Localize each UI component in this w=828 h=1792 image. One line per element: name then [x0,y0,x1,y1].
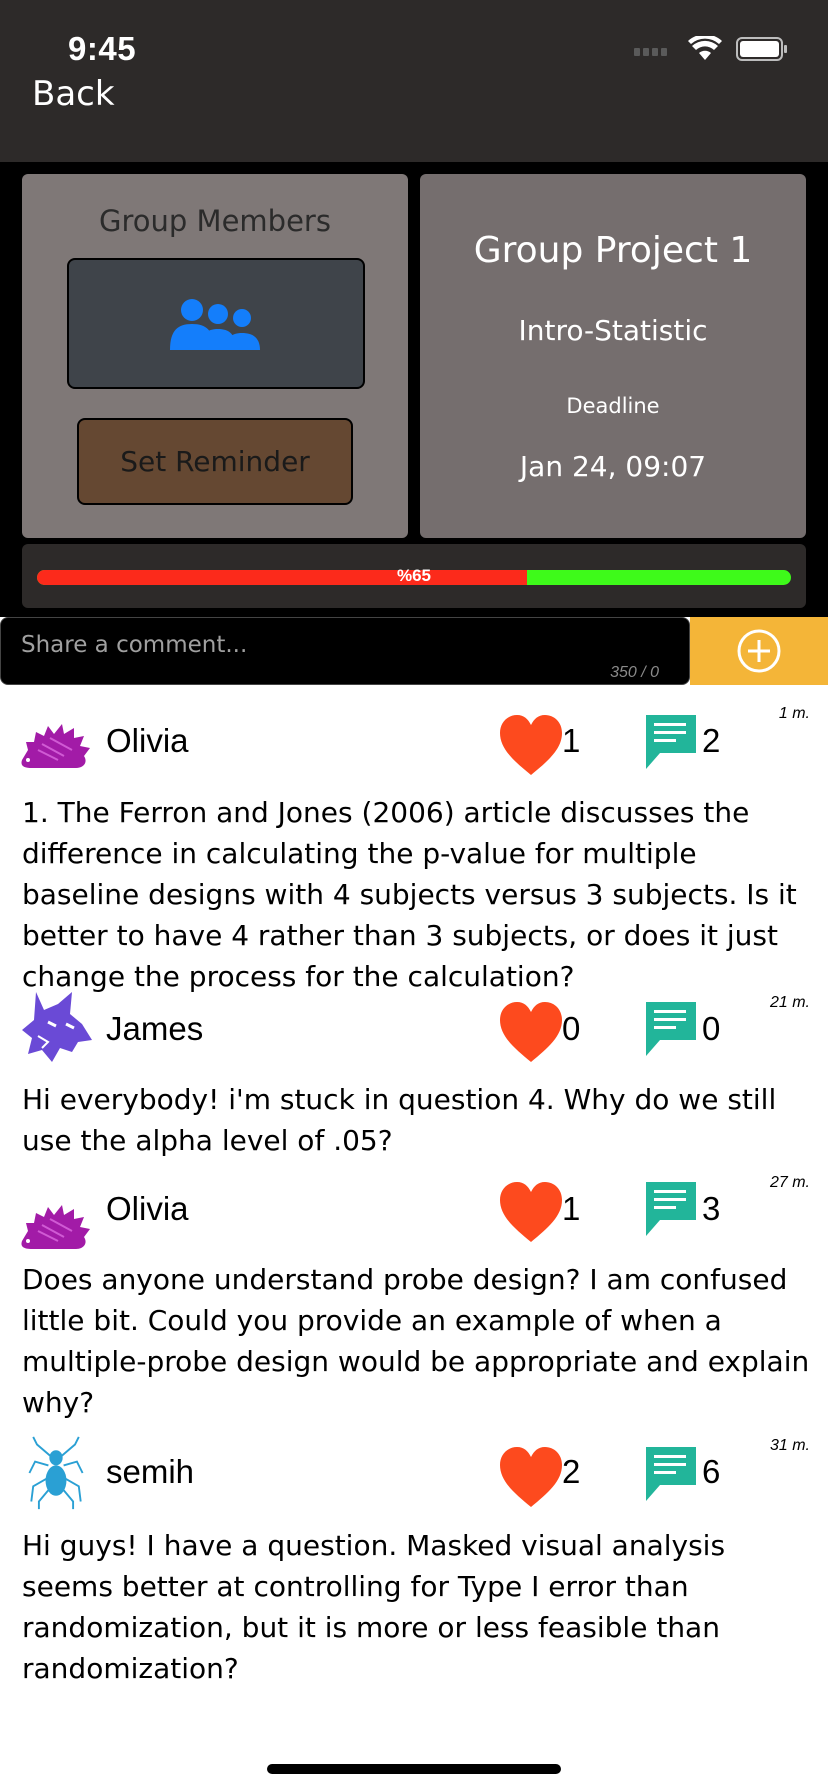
group-members-card: Group Members Set Reminder [22,174,408,538]
post-text: Hi guys! I have a question. Masked visua… [22,1529,726,1685]
post-card: Olivia 1 3 27 m. Does anyone understand … [0,1170,828,1420]
signal-icon [634,48,667,56]
like-count: 0 [562,1010,581,1047]
post-card: Olivia 1 2 1 m. 1. The Ferron and Jones … [0,685,828,993]
hedgehog-icon [18,707,94,783]
heart-icon[interactable] [498,1445,564,1509]
heart-icon[interactable] [498,713,564,777]
post-text: 1. The Ferron and Jones (2006) article d… [22,796,797,993]
add-comment-button[interactable] [690,617,828,685]
comment-count: 2 [702,722,721,759]
post-username: Olivia [106,722,189,759]
char-count: 350 / 0 [610,664,659,681]
post-time: 21 m. [769,994,810,1011]
post-username: James [106,1010,204,1047]
comment-input[interactable] [1,618,689,684]
like-count: 1 [562,722,581,759]
status-time: 9:45 [68,30,137,67]
spider-icon [18,1435,94,1511]
progress-panel: %65 [22,544,806,608]
post-time: 27 m. [769,1174,810,1191]
comment-count: 0 [702,1010,721,1047]
comment-icon[interactable] [644,1445,698,1503]
group-people-icon [170,298,260,350]
comment-feed: Olivia 1 2 1 m. 1. The Ferron and Jones … [0,685,828,1792]
comment-input-container: 350 / 0 [0,617,690,685]
comment-icon[interactable] [644,1180,698,1238]
like-count: 2 [562,1453,581,1490]
home-indicator [267,1764,561,1774]
post-time: 31 m. [769,1437,810,1454]
progress-label: %65 [396,566,432,585]
navigation-bar: 9:45 Back [0,0,828,162]
comment-icon[interactable] [644,713,698,771]
post-username: semih [106,1453,195,1490]
post-card: James 0 0 21 m. Hi everybody! i'm stuck … [0,990,828,1160]
battery-icon [736,37,787,61]
post-text: Does anyone understand probe design? I a… [22,1263,810,1419]
comment-count: 6 [702,1453,721,1490]
post-username: Olivia [106,1190,189,1227]
set-reminder-button[interactable]: Set Reminder [77,418,353,505]
deadline-label: Deadline [566,394,660,418]
project-course: Intro-Statistic [518,314,708,347]
comment-count: 3 [702,1190,721,1227]
hedgehog-icon [18,1188,94,1264]
project-info-card: Group Project 1 Intro-Statistic Deadline… [420,174,806,538]
status-icons [634,36,788,62]
post-card: semih 2 6 31 m. Hi guys! I have a questi… [0,1435,828,1695]
plus-circle-icon [737,629,781,673]
wifi-icon [688,36,722,60]
heart-icon[interactable] [498,1000,564,1064]
post-time: 1 m. [778,705,810,722]
comment-icon[interactable] [644,1000,698,1058]
deadline-value: Jan 24, 09:07 [519,450,707,483]
like-count: 1 [562,1190,581,1227]
post-text: Hi everybody! i'm stuck in question 4. W… [22,1083,777,1157]
project-title: Group Project 1 [473,230,753,271]
heart-icon[interactable] [498,1180,564,1244]
wolf-icon [18,990,94,1066]
group-members-button[interactable] [67,258,365,389]
group-members-title: Group Members [99,204,331,238]
back-button[interactable]: Back [32,74,115,114]
